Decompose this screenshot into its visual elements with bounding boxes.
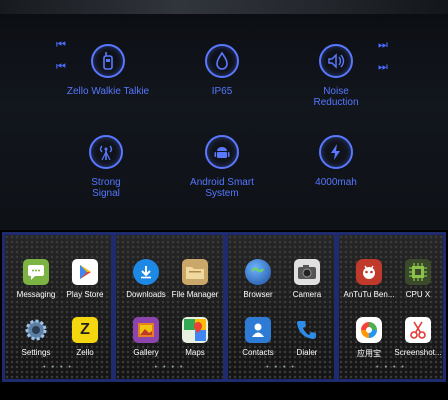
- feature-label: IP65: [211, 86, 233, 97]
- home-screen-3: Browser Camera Contacts Dialer • • • •: [228, 235, 334, 379]
- android-icon: [205, 135, 239, 169]
- app-settings[interactable]: Settings: [8, 317, 64, 357]
- maps-icon: [182, 317, 208, 343]
- app-label: Gallery: [133, 348, 159, 357]
- app-label: Messaging: [16, 290, 56, 299]
- messaging-icon: [23, 259, 49, 285]
- water-drop-icon: [205, 44, 239, 78]
- antenna-icon: [89, 135, 123, 169]
- app-maps[interactable]: Maps: [167, 317, 223, 357]
- feature-signal: Strong Signal: [51, 135, 161, 199]
- cpu-x-icon: [405, 259, 431, 285]
- file-manager-icon: [182, 259, 208, 285]
- app-cpu-x[interactable]: CPU X: [390, 259, 443, 299]
- app-yingyongbao[interactable]: 应用宝: [341, 317, 397, 359]
- app-play-store[interactable]: Play Store: [57, 259, 111, 299]
- browser-icon: [245, 259, 271, 285]
- settings-icon: [23, 317, 49, 343]
- page-indicator: • • • •: [154, 364, 185, 371]
- feature-label: Zello Walkie Talkie: [66, 86, 150, 97]
- app-antutu[interactable]: AnTuTu Ben...: [341, 259, 397, 299]
- speaker-icon: [319, 44, 353, 78]
- contacts-icon: [245, 317, 271, 343]
- app-camera[interactable]: Camera: [279, 259, 334, 299]
- app-label: Zello: [76, 348, 94, 357]
- bottom-strip: [0, 384, 448, 400]
- lightning-icon: [319, 135, 353, 169]
- home-screens: Messaging Play Store Settings Z Zello • …: [2, 232, 446, 382]
- page-indicator: • • • •: [266, 364, 296, 371]
- home-screen-1: Messaging Play Store Settings Z Zello • …: [5, 235, 111, 379]
- app-label: File Manager: [171, 290, 219, 299]
- screenshot-icon: [405, 317, 431, 343]
- page-indicator: • • • •: [376, 364, 406, 371]
- app-label: Dialer: [296, 348, 318, 357]
- feature-noise: Noise Reduction: [281, 44, 391, 108]
- app-zello[interactable]: Z Zello: [57, 317, 111, 357]
- app-label: AnTuTu Ben...: [343, 290, 395, 299]
- app-label: Downloads: [126, 290, 166, 299]
- features-banner: ⏮ ⏮ ⏭ ⏭ Zello Walkie Talkie IP65 Noise R…: [0, 0, 448, 230]
- app-label: Browser: [243, 290, 273, 299]
- app-label: Settings: [21, 348, 51, 357]
- app-dialer[interactable]: Dialer: [279, 317, 334, 357]
- app-label: Contacts: [242, 348, 274, 357]
- play-store-icon: [72, 259, 98, 285]
- page-indicator: • • • •: [43, 364, 73, 371]
- app-label: Maps: [185, 348, 205, 357]
- antutu-icon: [356, 259, 382, 285]
- app-screenshot[interactable]: Screenshot...: [390, 317, 443, 357]
- app-downloads[interactable]: Downloads: [118, 259, 174, 299]
- home-screen-4: AnTuTu Ben... CPU X 应用宝 Screenshot... • …: [339, 235, 443, 379]
- zello-icon: Z: [72, 317, 98, 343]
- app-contacts[interactable]: Contacts: [230, 317, 286, 357]
- app-messaging[interactable]: Messaging: [8, 259, 64, 299]
- feature-battery: 4000mah: [281, 135, 391, 188]
- app-file-manager[interactable]: File Manager: [167, 259, 223, 299]
- home-screen-2: Downloads File Manager Gallery Maps • • …: [116, 235, 223, 379]
- app-store-cn-icon: [356, 317, 382, 343]
- feature-label: 4000mah: [315, 177, 357, 188]
- camera-icon: [294, 259, 320, 285]
- app-browser[interactable]: Browser: [230, 259, 286, 299]
- feature-zello: Zello Walkie Talkie: [53, 44, 163, 97]
- dialer-icon: [294, 317, 320, 343]
- app-label: Play Store: [66, 290, 104, 299]
- top-sheen: [0, 0, 448, 14]
- gallery-icon: [133, 317, 159, 343]
- app-label: CPU X: [405, 290, 431, 299]
- app-gallery[interactable]: Gallery: [118, 317, 174, 357]
- app-label: Screenshot...: [394, 348, 442, 357]
- feature-label: Android Smart System: [190, 177, 254, 199]
- app-label: 应用宝: [357, 349, 381, 358]
- feature-label: Noise Reduction: [313, 86, 359, 108]
- feature-ip65: IP65: [167, 44, 277, 97]
- feature-android: Android Smart System: [167, 135, 277, 199]
- app-label: Camera: [292, 290, 322, 299]
- downloads-icon: [133, 259, 159, 285]
- feature-label: Strong Signal: [91, 177, 121, 199]
- walkie-talkie-icon: [91, 44, 125, 78]
